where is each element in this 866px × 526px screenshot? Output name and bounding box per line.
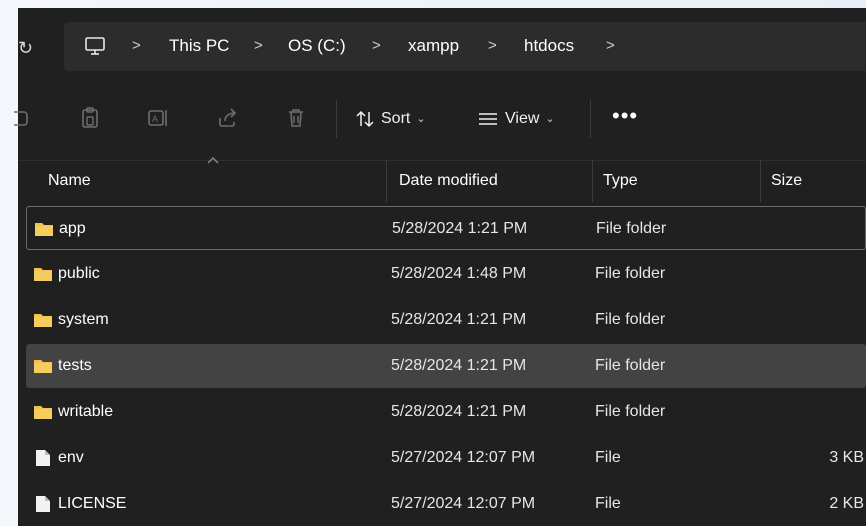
column-header-type[interactable]: Type bbox=[603, 160, 638, 202]
column-divider[interactable] bbox=[760, 160, 761, 202]
folder-icon bbox=[34, 314, 52, 327]
share-icon[interactable] bbox=[216, 106, 240, 130]
column-divider[interactable] bbox=[386, 160, 387, 202]
sort-button[interactable]: Sort ⌄ bbox=[355, 106, 426, 132]
breadcrumb-htdocs[interactable]: htdocs bbox=[524, 34, 574, 58]
view-lines-icon bbox=[479, 113, 497, 125]
folder-icon bbox=[34, 406, 52, 419]
file-type: File bbox=[595, 449, 621, 466]
folder-icon bbox=[35, 223, 53, 236]
file-date: 5/28/2024 1:48 PM bbox=[391, 265, 527, 282]
column-headers: Name Date modified Type Size bbox=[18, 157, 866, 202]
file-name: system bbox=[58, 311, 109, 328]
toolbar-divider bbox=[590, 100, 591, 138]
chevron-down-icon: ⌄ bbox=[416, 113, 426, 125]
list-item-public[interactable]: public 5/28/2024 1:48 PM File folder bbox=[26, 252, 866, 296]
list-item-license[interactable]: LICENSE 5/27/2024 12:07 PM File 2 KB bbox=[26, 482, 866, 526]
view-button[interactable]: View ⌄ bbox=[477, 106, 555, 132]
chevron-right-icon[interactable]: > bbox=[488, 34, 497, 58]
chevron-right-icon[interactable]: > bbox=[132, 34, 141, 58]
file-type: File folder bbox=[596, 220, 667, 237]
folder-icon bbox=[34, 268, 52, 281]
file-type: File bbox=[595, 495, 621, 512]
column-header-size[interactable]: Size bbox=[771, 160, 802, 202]
file-explorer-window: ↻ > This PC > OS (C:) > xampp > htdocs > bbox=[14, 8, 866, 526]
list-item-writable[interactable]: writable 5/28/2024 1:21 PM File folder bbox=[26, 390, 866, 434]
refresh-icon[interactable]: ↻ bbox=[18, 37, 40, 59]
file-type: File folder bbox=[595, 357, 666, 374]
file-date: 5/28/2024 1:21 PM bbox=[391, 403, 527, 420]
paste-icon[interactable] bbox=[78, 106, 102, 130]
column-header-name[interactable]: Name bbox=[48, 160, 91, 202]
sort-ascending-icon bbox=[207, 157, 219, 164]
list-item-system[interactable]: system 5/28/2024 1:21 PM File folder bbox=[26, 298, 866, 342]
column-header-date[interactable]: Date modified bbox=[399, 160, 498, 202]
file-type: File folder bbox=[595, 311, 666, 328]
file-date: 5/27/2024 12:07 PM bbox=[391, 495, 536, 512]
file-date: 5/28/2024 1:21 PM bbox=[392, 220, 528, 237]
file-date: 5/28/2024 1:21 PM bbox=[391, 357, 527, 374]
folder-icon bbox=[34, 360, 52, 373]
file-name: env bbox=[58, 449, 84, 466]
file-name: public bbox=[58, 265, 100, 282]
chevron-right-icon[interactable]: > bbox=[372, 34, 381, 58]
address-bar-row: ↻ > This PC > OS (C:) > xampp > htdocs > bbox=[18, 8, 866, 84]
list-item-env[interactable]: env 5/27/2024 12:07 PM File 3 KB bbox=[26, 436, 866, 480]
breadcrumb-xampp[interactable]: xampp bbox=[408, 34, 459, 58]
chevron-right-icon[interactable]: > bbox=[254, 34, 263, 58]
file-size: 3 KB bbox=[829, 449, 864, 466]
column-divider[interactable] bbox=[592, 160, 593, 202]
file-name: writable bbox=[58, 403, 114, 420]
toolbar-divider bbox=[336, 100, 337, 138]
file-name: app bbox=[59, 220, 86, 237]
file-type: File folder bbox=[595, 265, 666, 282]
sort-arrows-icon bbox=[356, 110, 374, 128]
file-name: LICENSE bbox=[58, 495, 127, 512]
view-label: View bbox=[505, 110, 540, 127]
command-bar: A Sort ⌄ View ⌄ ••• bbox=[14, 84, 866, 161]
file-size: 2 KB bbox=[829, 495, 864, 512]
list-item-app[interactable]: app 5/28/2024 1:21 PM File folder bbox=[26, 206, 866, 250]
chevron-right-icon[interactable]: > bbox=[606, 34, 615, 58]
file-date: 5/27/2024 12:07 PM bbox=[391, 449, 536, 466]
breadcrumb-this-pc[interactable]: This PC bbox=[169, 34, 229, 58]
monitor-icon bbox=[85, 37, 105, 55]
file-date: 5/28/2024 1:21 PM bbox=[391, 311, 527, 328]
address-bar[interactable]: > This PC > OS (C:) > xampp > htdocs > bbox=[64, 22, 866, 71]
chevron-down-icon: ⌄ bbox=[545, 113, 555, 125]
file-icon bbox=[36, 496, 50, 512]
new-item-icon[interactable] bbox=[10, 106, 34, 130]
file-icon bbox=[36, 450, 50, 466]
breadcrumb-os-c[interactable]: OS (C:) bbox=[288, 34, 346, 58]
rename-icon[interactable]: A bbox=[146, 106, 170, 130]
svg-text:A: A bbox=[152, 114, 158, 124]
file-type: File folder bbox=[595, 403, 666, 420]
more-options-button[interactable]: ••• bbox=[612, 104, 638, 128]
delete-icon[interactable] bbox=[284, 106, 308, 130]
sort-label: Sort bbox=[381, 110, 411, 127]
file-name: tests bbox=[58, 357, 92, 374]
list-item-tests[interactable]: tests 5/28/2024 1:21 PM File folder bbox=[26, 344, 866, 388]
